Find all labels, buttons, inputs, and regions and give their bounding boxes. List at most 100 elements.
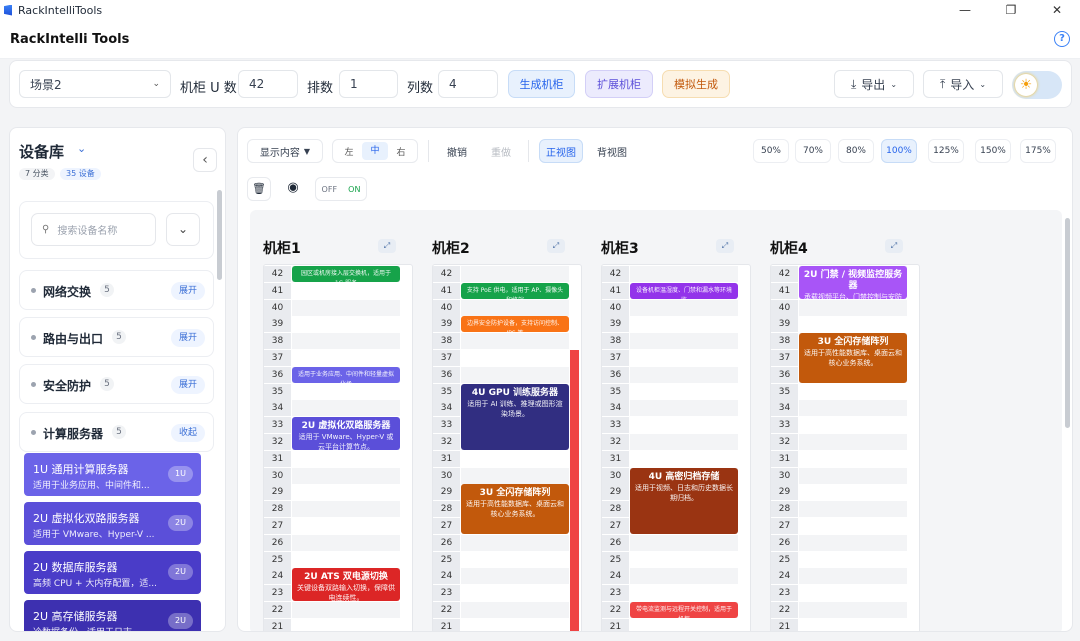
- visibility-toggle[interactable]: OFF ON: [315, 177, 367, 201]
- rack-slot[interactable]: 40: [433, 299, 570, 317]
- rack-slot[interactable]: 28: [771, 501, 908, 518]
- zoom-button[interactable]: 70%: [795, 139, 831, 163]
- generate-rack-button[interactable]: 生成机柜: [508, 70, 575, 98]
- slot-area[interactable]: [292, 333, 400, 350]
- front-view-button[interactable]: 正视图: [539, 139, 583, 163]
- rack-slot[interactable]: 26: [264, 534, 401, 552]
- slot-area[interactable]: [799, 484, 907, 500]
- rack-slot[interactable]: 21: [771, 618, 908, 631]
- rack-slot[interactable]: 22: [433, 602, 570, 619]
- rack-slot[interactable]: 22: [264, 602, 401, 619]
- category-toggle-button[interactable]: 展开: [171, 329, 205, 347]
- rack-slot[interactable]: 42: [433, 266, 570, 283]
- zoom-button[interactable]: 125%: [928, 139, 964, 163]
- trash-icon[interactable]: 🗑: [247, 177, 271, 201]
- slot-area[interactable]: [461, 585, 569, 601]
- slot-area[interactable]: [292, 299, 400, 316]
- slot-area[interactable]: [292, 316, 400, 332]
- mounted-device[interactable]: 支持 PoE 供电，适用于 AP、摄像头和终端: [461, 282, 569, 299]
- help-icon[interactable]: ?: [1054, 31, 1070, 47]
- slot-area[interactable]: [799, 518, 907, 534]
- slot-area[interactable]: [630, 619, 738, 631]
- zoom-button[interactable]: 100%: [881, 139, 917, 163]
- slot-area[interactable]: [292, 400, 400, 417]
- rack-slot[interactable]: 32: [602, 434, 739, 451]
- slot-area[interactable]: [461, 333, 569, 350]
- rack-slot[interactable]: 31: [771, 450, 908, 468]
- slot-area[interactable]: [799, 619, 907, 631]
- rack-slot[interactable]: 26: [602, 534, 739, 552]
- slot-area[interactable]: [461, 568, 569, 585]
- rack-slot[interactable]: 39: [264, 316, 401, 333]
- slot-area[interactable]: [292, 350, 400, 366]
- slot-area[interactable]: [292, 467, 400, 484]
- slot-area[interactable]: [630, 316, 738, 332]
- rack-slot[interactable]: 21: [433, 618, 570, 631]
- slot-area[interactable]: [630, 350, 738, 366]
- canvas-scrollbar[interactable]: [1065, 218, 1070, 428]
- rack-slot[interactable]: 27: [771, 518, 908, 535]
- rack-slot[interactable]: 21: [602, 618, 739, 631]
- eye-icon[interactable]: ◉: [281, 177, 305, 201]
- rack-u-input[interactable]: 42: [238, 70, 298, 98]
- slot-area[interactable]: [799, 602, 907, 618]
- category-toggle-button[interactable]: 展开: [171, 282, 205, 300]
- rack-slot[interactable]: 37: [602, 350, 739, 367]
- category-item[interactable]: 安全防护 5 展开: [19, 364, 214, 404]
- extend-rack-button[interactable]: 扩展机柜: [585, 70, 653, 98]
- rack-slot[interactable]: 29: [264, 484, 401, 501]
- rack-slot[interactable]: 35: [602, 383, 739, 401]
- close-button[interactable]: ✕: [1034, 0, 1080, 20]
- rack-slot[interactable]: 34: [602, 400, 739, 417]
- rack-slot[interactable]: 40: [771, 299, 908, 317]
- rack-slot[interactable]: 21: [264, 618, 401, 631]
- slot-area[interactable]: [799, 534, 907, 551]
- expand-icon[interactable]: ⤢: [547, 239, 565, 253]
- slot-area[interactable]: [461, 266, 569, 282]
- slot-area[interactable]: [630, 434, 738, 450]
- rack-slot[interactable]: 24: [433, 568, 570, 585]
- rack-slot[interactable]: 38: [433, 333, 570, 350]
- rows-input[interactable]: 1: [339, 70, 398, 98]
- mounted-device[interactable]: 边界安全防护设备，支持访问控制、IPS 等: [461, 316, 569, 333]
- rack-slot[interactable]: 25: [433, 551, 570, 569]
- category-item[interactable]: 路由与出口 5 展开: [19, 317, 214, 357]
- mounted-device[interactable]: 2U 门禁 / 视频监控服务器承载视频平台、门禁控制与安防联动系统。: [799, 266, 907, 299]
- rack-slot[interactable]: 24: [771, 568, 908, 585]
- category-item[interactable]: 计算服务器 5 收起: [19, 412, 214, 452]
- rack-slot[interactable]: 34: [264, 400, 401, 417]
- slot-area[interactable]: [799, 316, 907, 332]
- rack-slot[interactable]: 31: [264, 450, 401, 468]
- expand-icon[interactable]: ⤢: [716, 239, 734, 253]
- rack-slot[interactable]: 25: [771, 551, 908, 569]
- undo-button[interactable]: 撤销: [438, 139, 476, 163]
- mounted-device[interactable]: 2U ATS 双电源切换 关键设备双路输入切换，保障供电连续性。: [292, 568, 400, 601]
- mounted-device[interactable]: 4U GPU 训练服务器 适用于 AI 训练、推理或图形渲染场景。: [461, 383, 569, 450]
- zoom-button[interactable]: 80%: [838, 139, 874, 163]
- rack-slot[interactable]: 22: [771, 602, 908, 619]
- slot-area[interactable]: [461, 350, 569, 366]
- rack-slot[interactable]: 34: [771, 400, 908, 417]
- rack-slot[interactable]: 25: [602, 551, 739, 569]
- rack-slot[interactable]: 37: [264, 350, 401, 367]
- mounted-device[interactable]: 设备机柜温湿度、门禁和漏水等环境监: [630, 282, 738, 299]
- slot-area[interactable]: [630, 534, 738, 551]
- minimize-button[interactable]: —: [942, 0, 988, 20]
- rack-slot[interactable]: 23: [433, 585, 570, 602]
- slot-area[interactable]: [630, 568, 738, 585]
- slot-area[interactable]: [799, 585, 907, 601]
- align-left-button[interactable]: 左: [336, 145, 362, 158]
- rack-slot[interactable]: 38: [264, 333, 401, 350]
- slot-area[interactable]: [630, 366, 738, 383]
- slot-area[interactable]: [799, 501, 907, 518]
- rack-slot[interactable]: 31: [602, 450, 739, 468]
- filter-dropdown-button[interactable]: ⌄: [166, 213, 200, 246]
- slot-area[interactable]: [292, 384, 400, 400]
- device-card[interactable]: 2U 虚拟化双路服务器 适用于 VMware、Hyper-V ... 2U: [24, 502, 201, 545]
- slot-area[interactable]: [292, 552, 400, 568]
- device-card[interactable]: 2U 高存储服务器冷数据备份，适用于日志... 2U: [24, 600, 201, 631]
- mounted-device[interactable]: 带电流监测与远程开关控制，适用于机柜: [630, 602, 738, 618]
- rack-slot[interactable]: 36: [602, 366, 739, 384]
- slot-area[interactable]: [799, 400, 907, 417]
- slot-area[interactable]: [292, 501, 400, 518]
